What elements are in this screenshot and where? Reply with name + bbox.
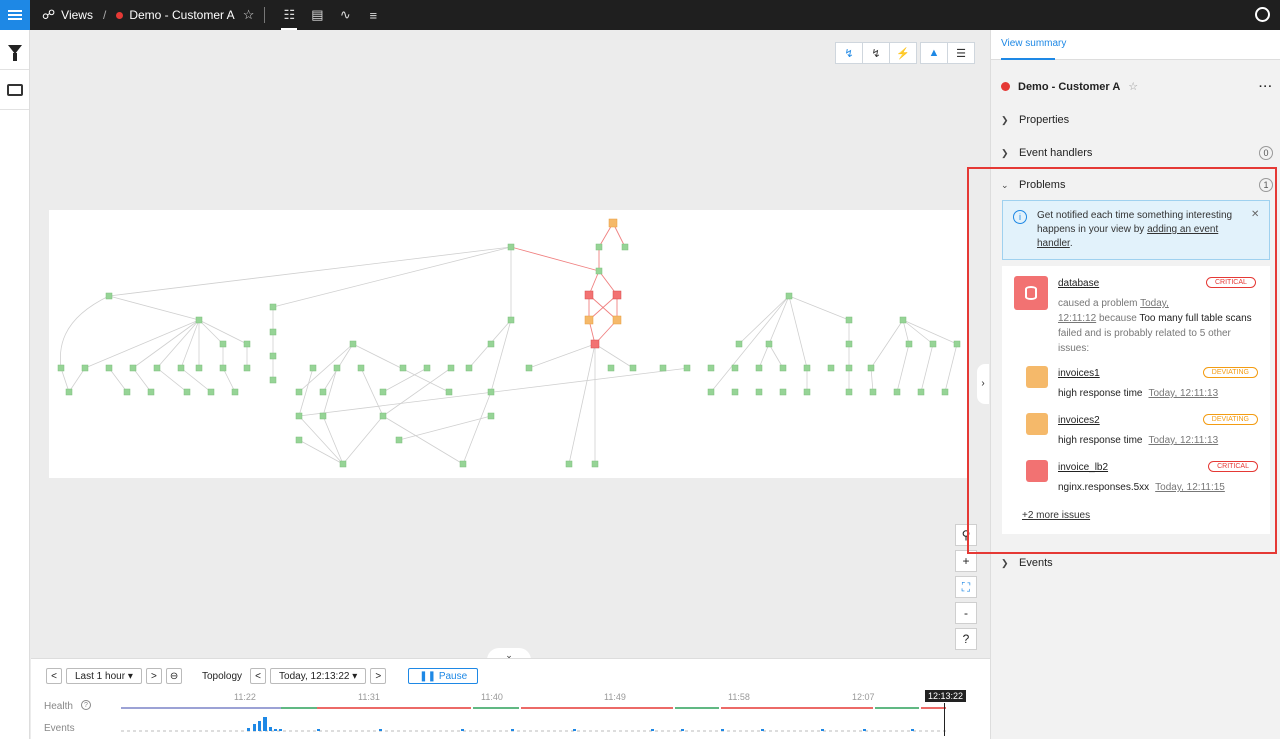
annotation-highlight-box <box>967 167 1277 554</box>
view-settings-button[interactable] <box>0 70 29 110</box>
tab-view-summary[interactable]: View summary <box>1001 38 1066 49</box>
section-label: Event handlers <box>1019 147 1093 159</box>
tick-label: 12:07 <box>852 692 875 702</box>
health-label: Health <box>44 701 73 712</box>
chevron-right-icon: ❯ <box>1001 114 1009 125</box>
visualization-modes: ↯ ↯ ⚡ ▲ ☰ <box>835 42 975 64</box>
tick-label: 11:58 <box>728 692 750 702</box>
section-event-handlers[interactable]: ❯ Event handlers 0 <box>1001 146 1273 160</box>
problems-mode-icon[interactable]: ↯ <box>862 42 890 64</box>
more-options-icon[interactable]: ··· <box>1259 81 1273 93</box>
topology-time-dropdown[interactable]: Today, 12:13:22 ▾ <box>270 668 367 684</box>
topology-graph[interactable] <box>49 210 969 478</box>
left-rail <box>0 30 30 739</box>
breadcrumb-view-name: Demo - Customer A <box>129 8 235 22</box>
topology-time-controls: Topology < Today, 12:13:22 ▾ > ❚❚ Pause <box>202 668 479 684</box>
tick-label: 11:22 <box>234 692 256 702</box>
range-back-button[interactable]: < <box>46 668 62 684</box>
fit-to-screen-icon[interactable]: ⛶ <box>955 576 977 598</box>
list-view-icon[interactable]: ▤ <box>303 0 331 30</box>
root-cause-mode-icon[interactable]: ↯ <box>835 42 863 64</box>
view-summary-title: Demo - Customer A <box>1018 80 1121 93</box>
filter-icon <box>7 45 22 61</box>
all-problems-mode-icon[interactable]: ⚡ <box>889 42 917 64</box>
active-tab-underline <box>1001 58 1055 60</box>
tick-label: 11:40 <box>481 692 503 702</box>
screen-settings-icon <box>6 83 23 96</box>
views-icon: ☍ <box>42 7 56 22</box>
pause-button[interactable]: ❚❚ Pause <box>408 668 479 684</box>
graph-mode-icon[interactable]: ▲ <box>920 42 948 64</box>
time-range-controls: < Last 1 hour ▾ > ⊖ <box>46 668 186 684</box>
tick-label: 11:49 <box>604 692 626 702</box>
topology-label: Topology <box>202 670 243 682</box>
help-icon[interactable]: ? <box>955 628 977 650</box>
breadcrumb-separator: / <box>102 8 107 22</box>
view-status-dot <box>1001 82 1010 91</box>
events-label: Events <box>44 723 75 734</box>
chevron-right-icon: ❯ <box>1001 557 1009 568</box>
topology-canvas[interactable]: ↯ ↯ ⚡ ▲ ☰ ⚲ + ⛶ - ? <box>31 30 990 658</box>
list-mode-icon[interactable]: ☰ <box>947 42 975 64</box>
time-range-dropdown[interactable]: Last 1 hour ▾ <box>66 668 142 684</box>
health-help-icon[interactable]: ? <box>81 700 91 710</box>
health-events-strip[interactable] <box>121 703 946 737</box>
pause-label: Pause <box>438 670 468 682</box>
tick-label: 11:31 <box>358 692 380 702</box>
breadcrumb: ☍ Views / Demo - Customer A ☆ <box>30 7 254 23</box>
breadcrumb-views[interactable]: Views <box>61 8 93 22</box>
view-status-dot <box>116 11 124 19</box>
topology-forward-button[interactable]: > <box>370 668 387 684</box>
zoom-out-icon[interactable]: - <box>955 602 977 624</box>
range-forward-button[interactable]: > <box>145 668 162 684</box>
topology-time-label: Today, 12:13:22 <box>279 670 350 682</box>
section-properties[interactable]: ❯ Properties <box>1001 114 1273 126</box>
top-bar: ☍ Views / Demo - Customer A ☆ ☷ ▤ ∿ ≡ <box>0 0 1280 30</box>
section-label: Events <box>1019 557 1053 569</box>
toolbar-divider <box>264 7 266 23</box>
chevron-right-icon: ❯ <box>1001 147 1009 158</box>
favorite-star-icon[interactable]: ☆ <box>1128 80 1138 93</box>
main-menu-button[interactable] <box>0 0 30 30</box>
topology-back-button[interactable]: < <box>250 668 267 684</box>
section-label: Properties <box>1019 114 1070 126</box>
favorite-star-icon[interactable]: ☆ <box>243 7 255 23</box>
timeline-bar: < Last 1 hour ▾ > ⊖ Topology < Today, 12… <box>31 658 990 739</box>
time-cursor[interactable] <box>944 703 945 736</box>
user-account-icon[interactable] <box>1255 7 1270 22</box>
filter-button[interactable] <box>0 30 29 70</box>
time-cursor-label[interactable]: 12:13:22 <box>925 690 967 702</box>
time-range-label: Last 1 hour <box>75 670 126 682</box>
events-view-icon[interactable]: ≡ <box>359 0 387 30</box>
zoom-out-range-icon[interactable]: ⊖ <box>165 668 183 684</box>
event-handlers-count: 0 <box>1259 146 1273 160</box>
topology-view-icon[interactable]: ☷ <box>275 0 303 30</box>
section-events[interactable]: ❯ Events <box>1001 557 1273 569</box>
right-panel-tabs: View summary <box>991 30 1280 60</box>
view-summary-header: Demo - Customer A ☆ ··· <box>1001 80 1273 93</box>
chart-view-icon[interactable]: ∿ <box>331 0 359 30</box>
